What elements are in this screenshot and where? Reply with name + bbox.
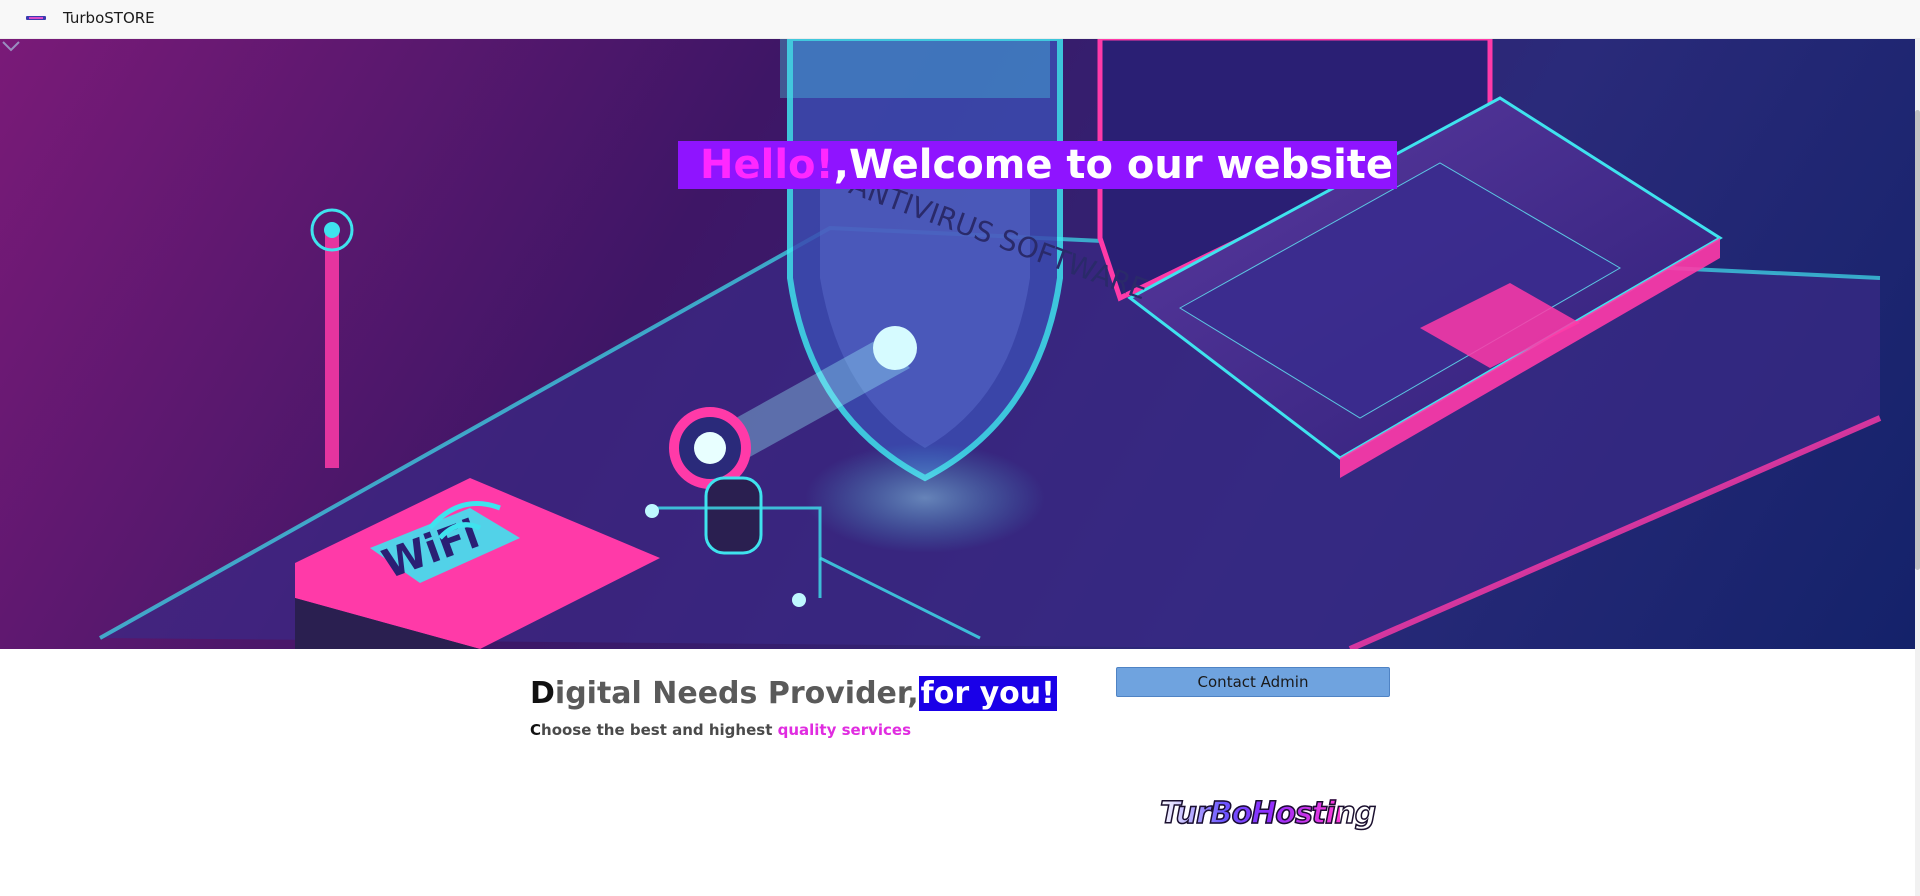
brand-name-link[interactable]: TurboSTORE [63,9,155,27]
contact-admin-button[interactable]: Contact Admin [1116,667,1390,697]
subtitle-initial: C [530,721,542,739]
title-rest: igital Needs Provider, [554,676,919,711]
top-navbar: TurboSTORE [0,0,1920,39]
hero-heading: Hello!,Welcome to our website [678,141,1398,189]
turbohosting-logo-text: TurBoHosting [1159,795,1377,832]
hero-welcome: ,Welcome to our website [833,142,1394,188]
turbohosting-logo: TurBoHosting [1159,795,1377,844]
section-title: Digital Needs Provider,for you! [530,676,1057,712]
title-highlight: for you! [918,676,1057,711]
hero-hello: Hello! [700,142,834,188]
scrollbar-thumb[interactable] [1915,110,1920,570]
hero-illustration: WiFi ANTIVIRUS SOFTWARE [99,38,1882,649]
subtitle-rest: hoose the best and highest [541,721,778,739]
chevron-down-icon[interactable] [0,38,22,54]
title-initial: D [530,676,555,711]
subtitle-highlight: quality services [777,721,912,739]
section-subtitle: Choose the best and highest quality serv… [530,721,911,739]
store-logo-icon[interactable] [26,14,46,22]
hero-banner: WiFi ANTIVIRUS SOFTWARE Hello!,Welcome t… [0,38,1915,649]
